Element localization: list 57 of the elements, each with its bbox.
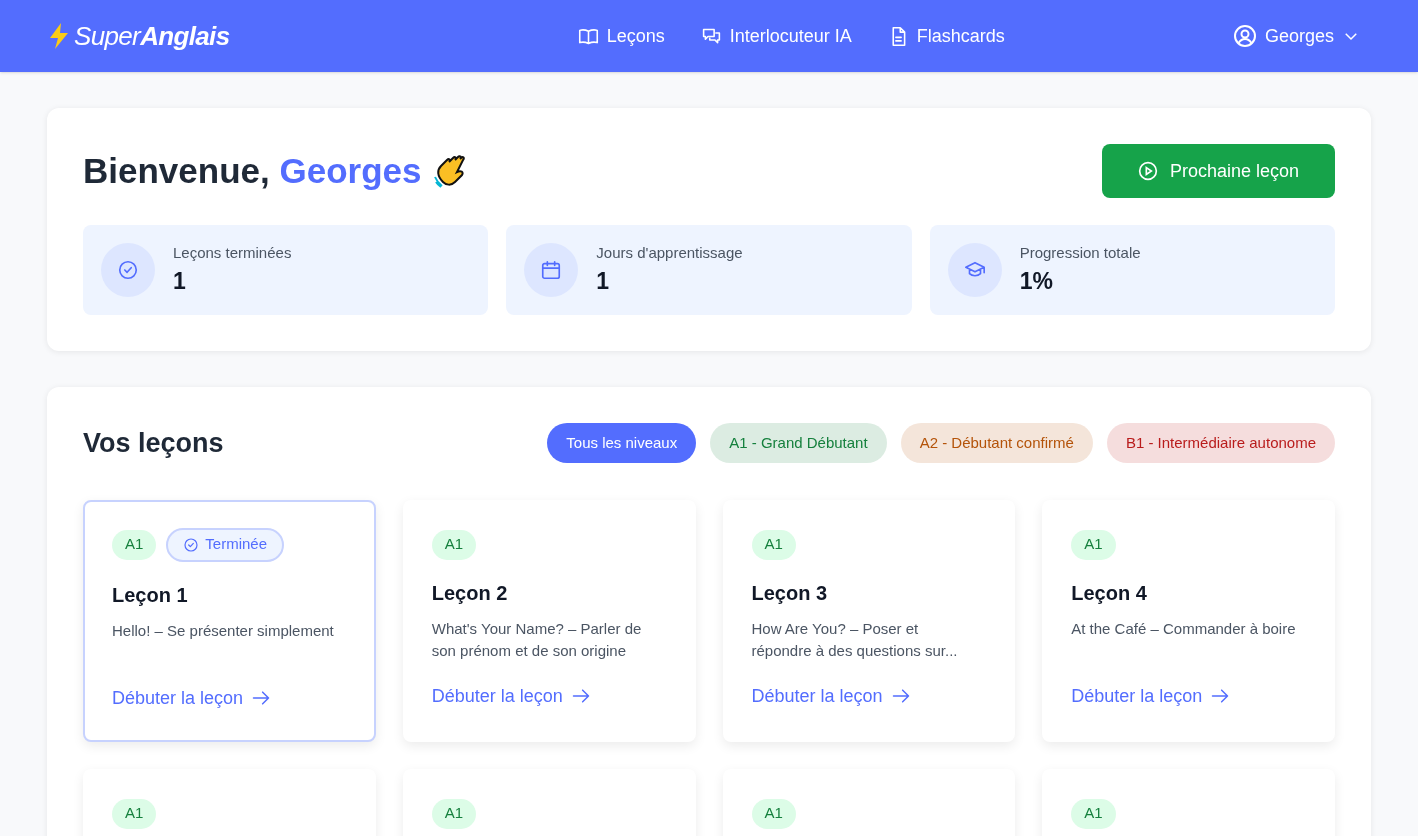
arrow-right-icon bbox=[570, 686, 591, 706]
stat-value: 1 bbox=[173, 267, 187, 296]
nav-link[interactable]: Flashcards bbox=[887, 22, 1005, 50]
lesson-title: Leçon 2 bbox=[431, 580, 509, 606]
lesson-title: Leçon 1 bbox=[112, 582, 189, 608]
level-filter-tab[interactable]: B1 - Intermédiaire autonome bbox=[1106, 423, 1335, 464]
level-filter-tab[interactable]: A1 - Grand Débutant bbox=[710, 423, 887, 464]
welcome-heading: Bienvenue, Georges bbox=[83, 149, 422, 192]
next-lesson-button[interactable]: Prochaine leçon bbox=[1101, 144, 1335, 198]
check-circle-icon bbox=[117, 259, 139, 281]
stat-label: Leçons terminées bbox=[173, 242, 292, 263]
start-lesson-link[interactable]: Débuter la leçon bbox=[431, 682, 591, 710]
lightning-icon bbox=[48, 22, 70, 50]
level-filter-tab[interactable]: A2 - Débutant confirmé bbox=[900, 423, 1093, 464]
lesson-card[interactable]: A1 bbox=[722, 768, 1016, 836]
level-badge: A1 bbox=[431, 529, 477, 560]
arrow-right-icon bbox=[251, 688, 272, 708]
lesson-description: What's Your Name? – Parler de son prénom et de son origine bbox=[431, 618, 643, 661]
stat-value: 1% bbox=[1019, 267, 1054, 296]
nav-link[interactable]: Leçons bbox=[577, 22, 665, 50]
arrow-right-icon bbox=[1210, 686, 1231, 706]
logo[interactable]: SuperAnglais bbox=[74, 16, 230, 56]
lesson-description: How Are You? – Poser et répondre à des questions sur... bbox=[751, 618, 959, 661]
section-title: Vos leçons bbox=[83, 427, 224, 460]
stat-label: Jours d'apprentissage bbox=[596, 242, 743, 263]
lesson-card[interactable]: A1 bbox=[402, 768, 696, 836]
lesson-card[interactable]: A1 Leçon 2 What's Your Name? – Parler de son prénom et de son origine Débuter la leçon bbox=[402, 499, 696, 742]
lesson-title: Leçon 3 bbox=[751, 580, 829, 606]
stat-label: Progression totale bbox=[1019, 242, 1141, 263]
start-lesson-link[interactable]: Débuter la leçon bbox=[1071, 682, 1231, 710]
lesson-card[interactable]: A1 bbox=[1042, 768, 1335, 836]
lesson-description: Hello! – Se présenter simplement bbox=[112, 620, 335, 641]
play-icon bbox=[1137, 161, 1158, 181]
lesson-card[interactable]: A1 Leçon 3 How Are You? – Poser et répondre à des questions sur... Débuter la leçon bbox=[722, 499, 1016, 742]
user-icon bbox=[1232, 24, 1257, 48]
nav-link[interactable]: Interlocuteur IA bbox=[700, 22, 852, 50]
arrow-right-icon bbox=[890, 686, 911, 706]
lesson-description: At the Café – Commander à boire bbox=[1071, 618, 1297, 639]
level-filter-tab[interactable]: Tous les niveaux bbox=[547, 423, 697, 464]
calendar-icon bbox=[540, 259, 563, 281]
lesson-card[interactable]: A1 Leçon 4 At the Café – Commander à boire Débuter la leçon bbox=[1042, 499, 1335, 742]
start-lesson-link[interactable]: Débuter la leçon bbox=[112, 684, 272, 712]
check-circle-icon bbox=[183, 536, 200, 553]
start-lesson-link[interactable]: Débuter la leçon bbox=[751, 682, 911, 710]
completed-badge: Terminée bbox=[166, 527, 285, 562]
level-badge: A1 bbox=[431, 798, 477, 829]
lesson-card[interactable]: A1 Terminée Leçon 1 Hello! – Se présenter simplement Débuter la leçon bbox=[83, 499, 376, 742]
level-badge: A1 bbox=[751, 529, 796, 560]
level-badge: A1 bbox=[751, 798, 796, 829]
lesson-card[interactable]: A1 bbox=[83, 768, 376, 836]
level-badge: A1 bbox=[112, 529, 157, 560]
user-menu[interactable]: Georges bbox=[1232, 22, 1360, 50]
level-badge: A1 bbox=[1071, 798, 1116, 829]
stat-value: 1 bbox=[596, 267, 611, 296]
level-badge: A1 bbox=[112, 798, 157, 829]
level-badge: A1 bbox=[1071, 529, 1116, 560]
lesson-title: Leçon 4 bbox=[1071, 580, 1148, 606]
